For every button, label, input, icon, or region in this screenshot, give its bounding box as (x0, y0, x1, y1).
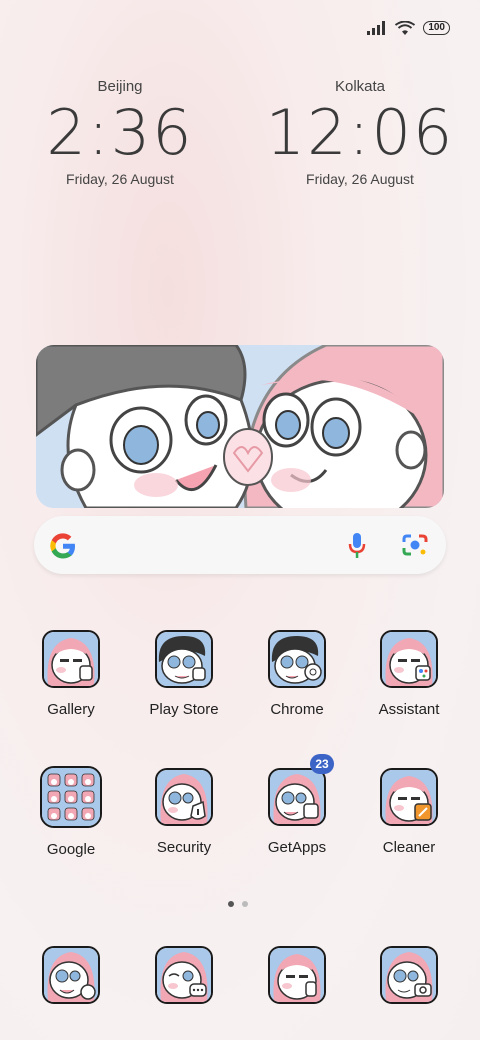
app-getapps[interactable]: 23 GetApps (241, 754, 353, 856)
app-label: Play Store (149, 701, 219, 718)
app-label: Google (46, 841, 96, 858)
lens-icon[interactable] (402, 533, 428, 557)
chrome-icon (268, 630, 326, 688)
messaging-icon (155, 946, 213, 1004)
page-dot-active[interactable] (228, 901, 234, 907)
app-cleaner[interactable]: Cleaner (353, 768, 465, 856)
camera-icon (380, 946, 438, 1004)
google-g-icon (50, 533, 75, 559)
app-chrome[interactable]: Chrome (241, 630, 353, 718)
clock-date: Friday, 26 August (306, 171, 414, 187)
battery-indicator: 100 (423, 21, 450, 35)
app-label: Assistant (378, 701, 440, 718)
app-label: GetApps (267, 839, 327, 856)
dock-app-messaging[interactable] (128, 946, 240, 1004)
mic-icon[interactable] (348, 532, 366, 560)
gallery-icon (42, 630, 100, 688)
dock-app-camera[interactable] (353, 946, 465, 1004)
play-store-icon (155, 630, 213, 688)
status-bar: 100 (367, 18, 450, 38)
getapps-icon: 23 (268, 754, 334, 826)
wifi-icon (395, 20, 416, 35)
clock-time: 12:06 (265, 96, 455, 169)
security-icon (155, 768, 213, 826)
app-label: Cleaner (382, 839, 436, 856)
app-security[interactable]: Security (128, 768, 240, 856)
page-dot[interactable] (242, 901, 248, 907)
browser-icon (268, 946, 326, 1004)
app-play-store[interactable]: Play Store (128, 630, 240, 718)
assistant-icon (380, 630, 438, 688)
photo-widget[interactable] (36, 345, 444, 508)
google-search-bar[interactable] (34, 516, 446, 574)
clock-date: Friday, 26 August (66, 171, 174, 187)
signal-icon (367, 21, 386, 35)
app-label: Gallery (47, 701, 95, 718)
cleaner-icon (380, 768, 438, 826)
google-folder-icon (40, 766, 102, 828)
app-gallery[interactable]: Gallery (15, 630, 127, 718)
page-indicator[interactable] (228, 901, 248, 907)
dock-app-browser[interactable] (241, 946, 353, 1004)
clock-kolkata[interactable]: Kolkata 12:06 Friday, 26 August (260, 78, 460, 187)
dock-app-phone[interactable] (15, 946, 127, 1004)
app-assistant[interactable]: Assistant (353, 630, 465, 718)
clock-city: Beijing (97, 78, 143, 95)
clock-city: Kolkata (334, 78, 386, 95)
app-label: Security (156, 839, 212, 856)
notification-badge: 23 (310, 754, 334, 774)
clock-time: 2:36 (46, 96, 194, 169)
couple-illustration (36, 345, 444, 508)
app-google-folder[interactable]: Google (15, 766, 127, 858)
phone-icon (42, 946, 100, 1004)
clock-beijing[interactable]: Beijing 2:36 Friday, 26 August (20, 78, 220, 187)
app-label: Chrome (270, 701, 324, 718)
